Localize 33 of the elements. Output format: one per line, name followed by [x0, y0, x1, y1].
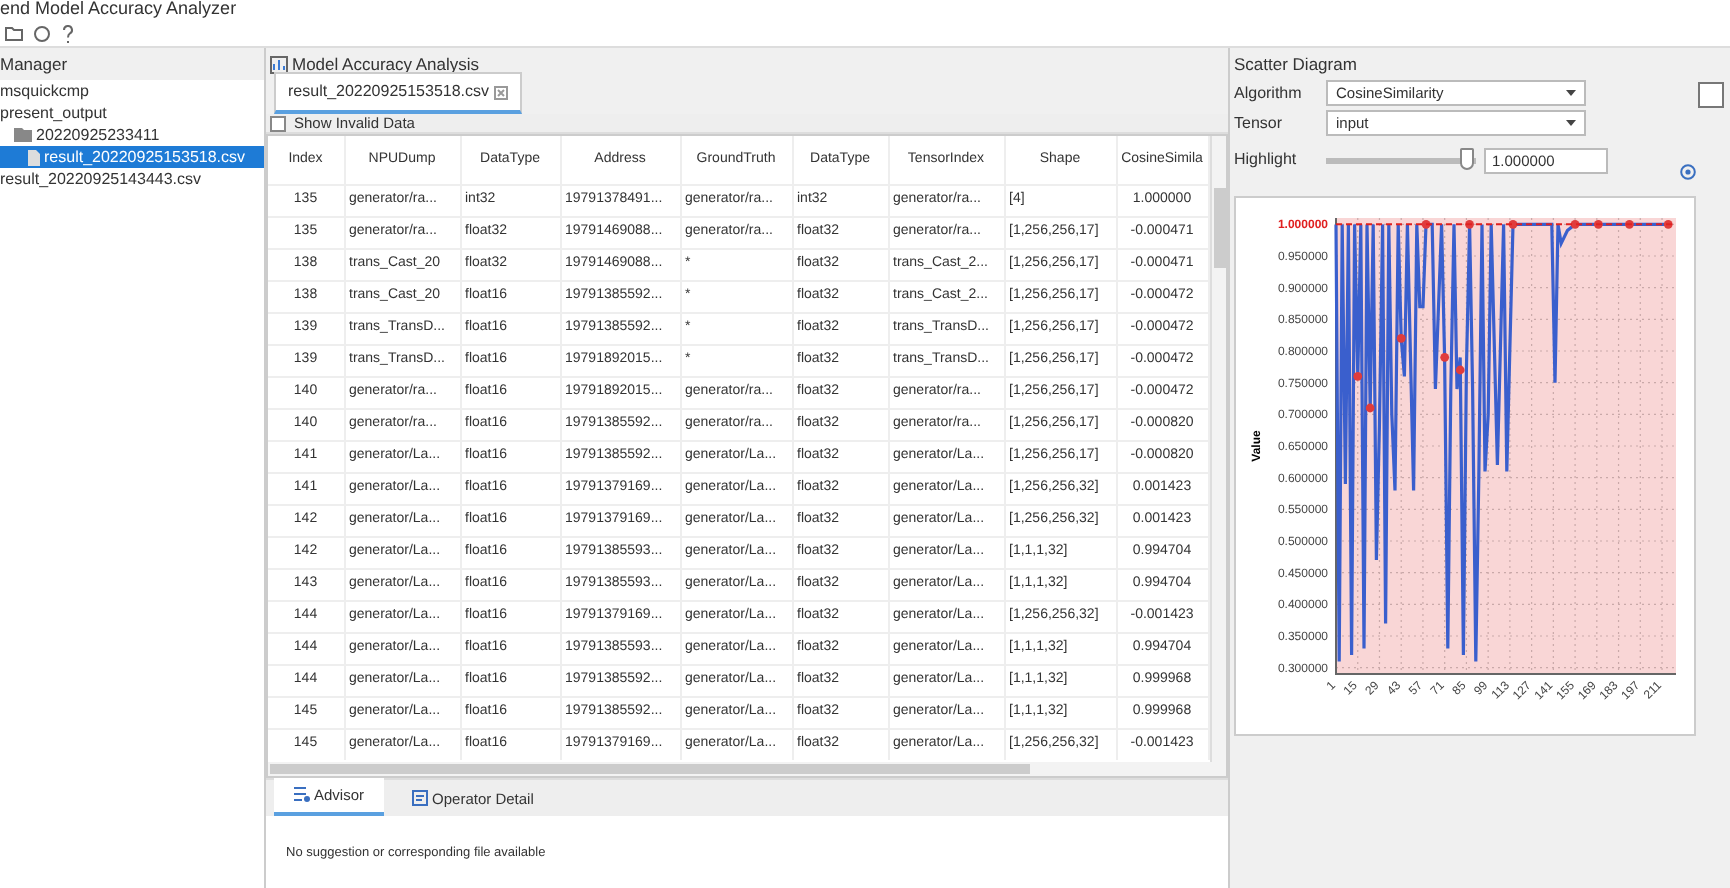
checkbox[interactable] [270, 115, 286, 131]
point [1455, 365, 1465, 375]
list-icon [294, 786, 310, 803]
point [1353, 371, 1363, 381]
tree-item[interactable]: 20220925233411 [0, 124, 264, 146]
field-label: Tensor [1234, 111, 1285, 135]
tree-item[interactable]: result_20220925143443.csv [0, 168, 264, 190]
chart-icon [270, 55, 288, 73]
scrollbar[interactable] [268, 762, 1226, 776]
document-icon [412, 790, 429, 807]
target-icon[interactable] [1680, 164, 1696, 180]
restore-button[interactable] [1698, 82, 1724, 108]
panel-title: Manager [0, 48, 264, 80]
tree-item[interactable]: msquickcmp [0, 80, 264, 102]
folder-icon[interactable] [4, 24, 24, 42]
file-icon [28, 149, 40, 165]
field-label: Highlight [1234, 148, 1299, 172]
tree-item[interactable]: result_20220925153518.csv [0, 146, 264, 168]
scrollbar[interactable] [1210, 136, 1226, 762]
point [1396, 333, 1406, 343]
file-tab[interactable]: result_20220925153518.csv [274, 72, 522, 114]
tree-item[interactable]: present_output [0, 102, 264, 124]
help-icon[interactable] [60, 23, 76, 43]
close-icon[interactable] [493, 85, 508, 99]
point [1365, 403, 1375, 413]
caret-icon [1566, 90, 1576, 96]
slider-thumb[interactable] [1460, 147, 1475, 169]
panel-title: Model Accuracy Analysis [292, 52, 480, 78]
folder-icon [14, 128, 32, 142]
point [1440, 352, 1450, 362]
field-label: Algorithm [1234, 81, 1304, 105]
window-title: end Model Accuracy Analyzer [0, 0, 1730, 20]
caret-icon [1566, 120, 1576, 126]
